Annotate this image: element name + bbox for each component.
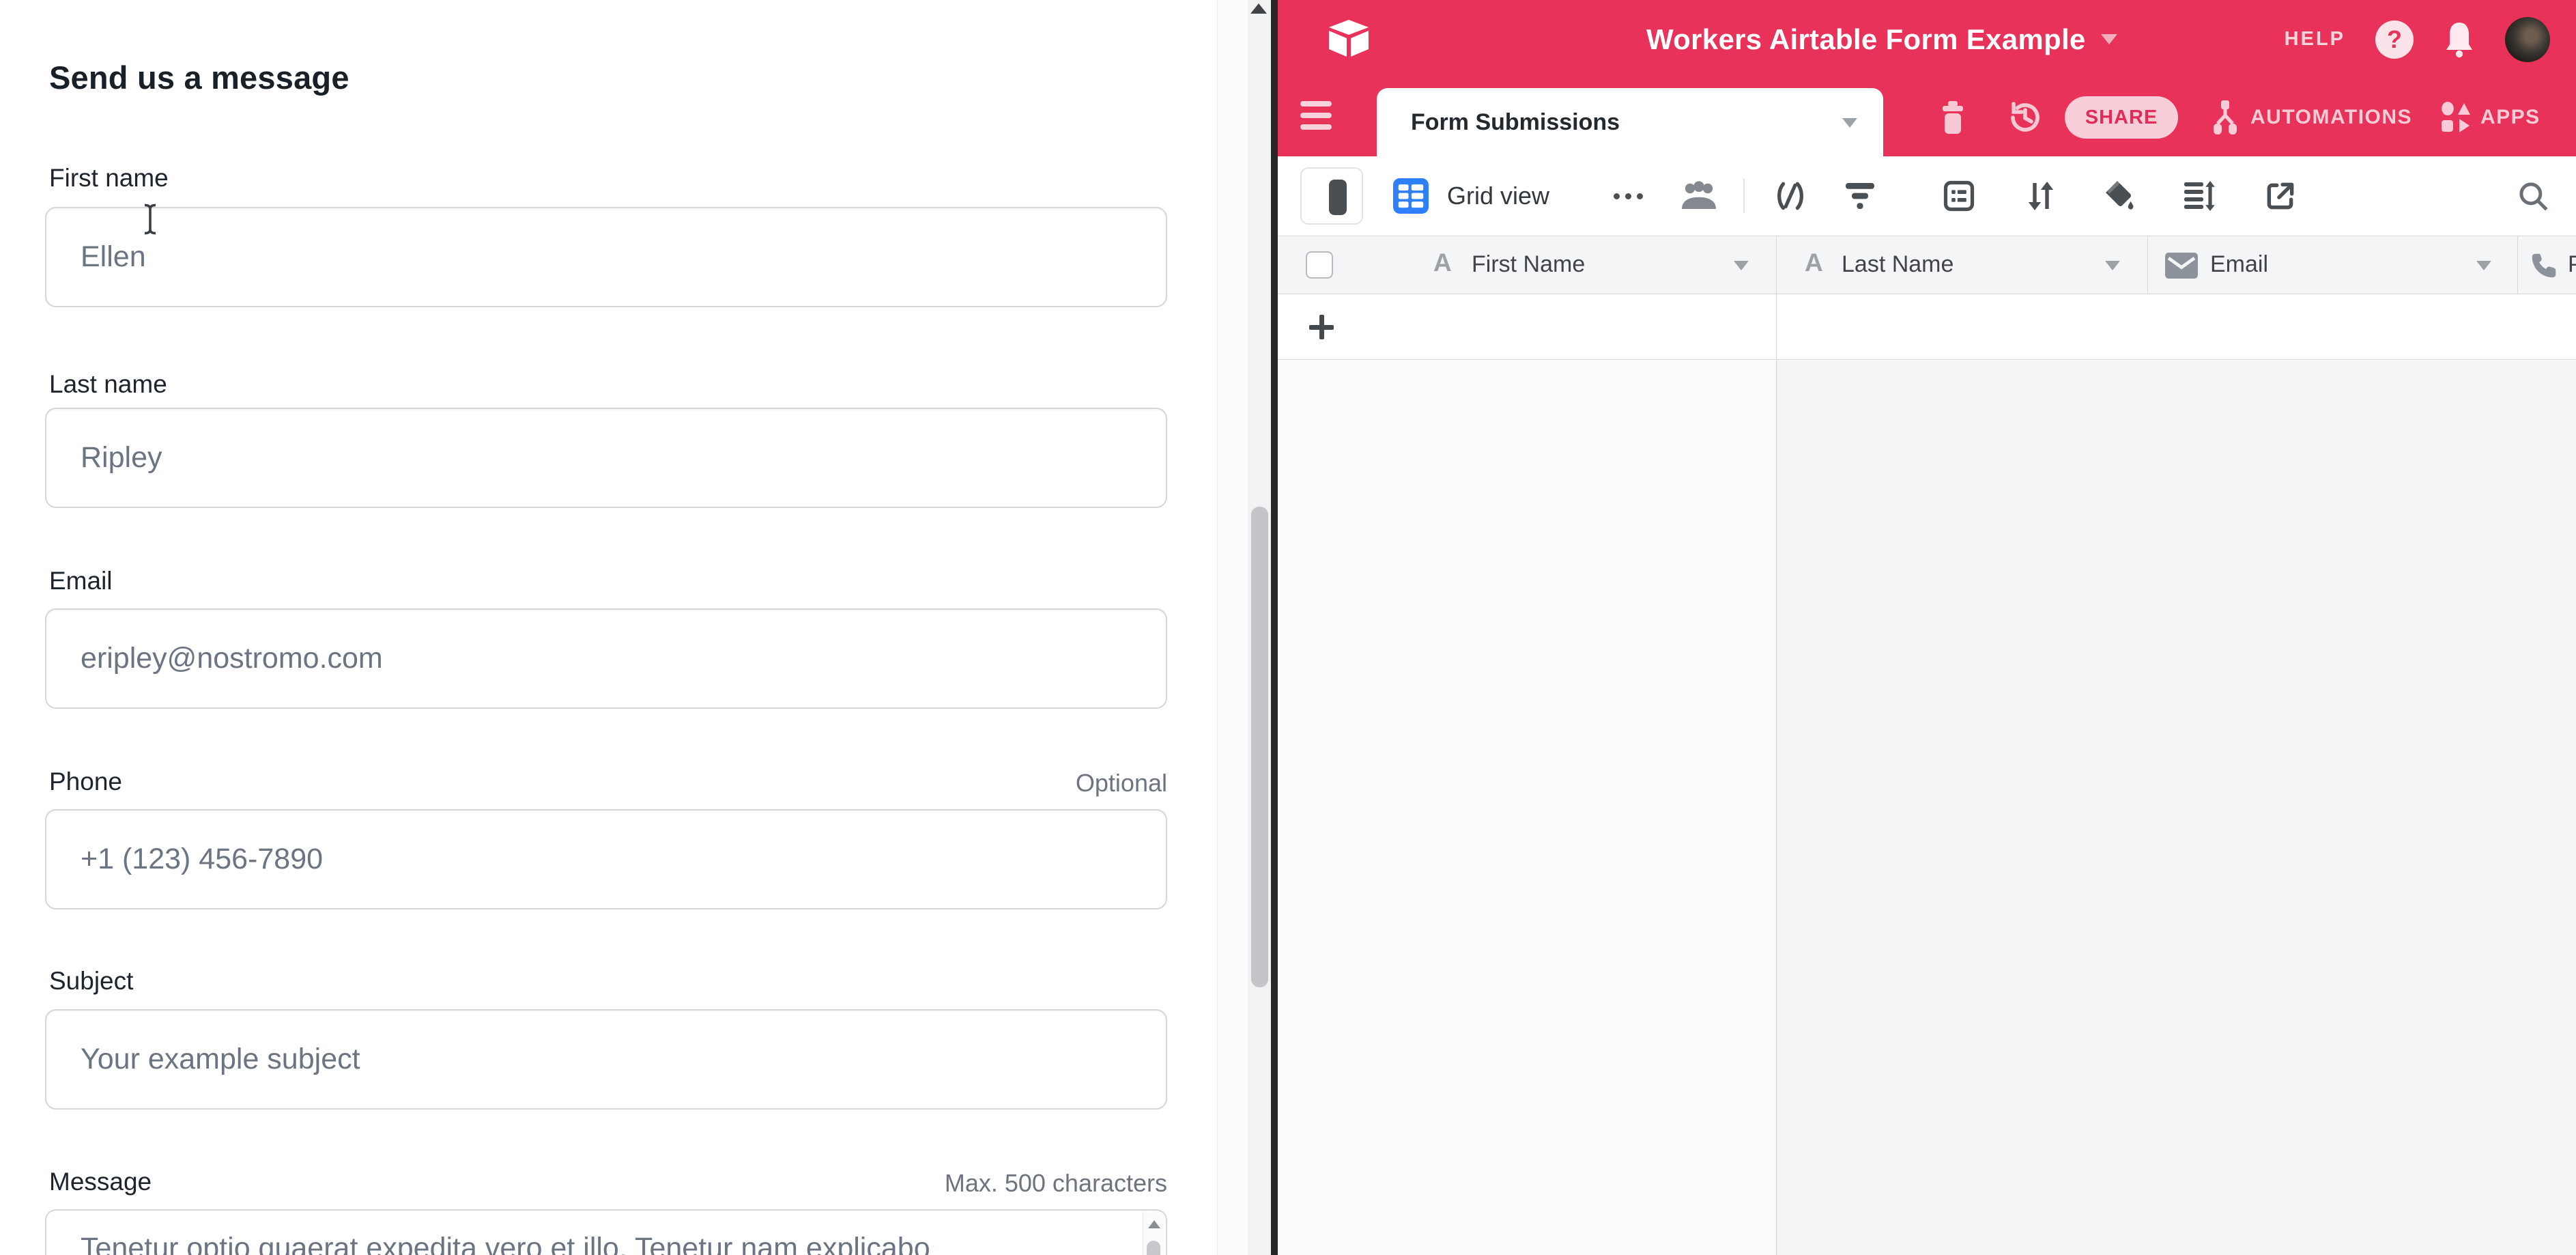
group-button[interactable] <box>1941 156 1977 236</box>
first-name-input[interactable] <box>45 207 1167 307</box>
menu-icon[interactable] <box>1300 101 1332 130</box>
automations-label: AUTOMATIONS <box>2250 106 2412 129</box>
sort-button[interactable] <box>2024 156 2057 236</box>
phone-label: Phone <box>49 767 122 796</box>
select-all-checkbox[interactable] <box>1306 251 1333 279</box>
plus-icon <box>1309 315 1334 339</box>
help-button[interactable]: HELP <box>2285 28 2345 51</box>
toolbar-divider <box>1743 179 1745 213</box>
filter-button[interactable] <box>1843 156 1877 236</box>
chevron-down-icon <box>1842 118 1857 128</box>
apps-icon <box>2438 100 2472 135</box>
column-header-first-name[interactable]: First Name <box>1472 251 1585 278</box>
avatar[interactable] <box>2505 17 2550 62</box>
message-max-hint: Max. 500 characters <box>945 1169 1167 1198</box>
email-label: Email <box>49 567 113 595</box>
color-button[interactable] <box>2101 156 2136 236</box>
page-scrollbar[interactable] <box>1217 0 1271 1255</box>
grid-view-icon <box>1393 156 1429 236</box>
view-toolbar: Grid view <box>1278 156 2576 236</box>
base-title: Workers Airtable Form Example <box>1646 23 2086 56</box>
column-header-last-name[interactable]: Last Name <box>1842 251 1954 278</box>
chevron-down-icon <box>2101 34 2117 44</box>
email-input[interactable] <box>45 608 1167 709</box>
add-row[interactable] <box>1278 294 2576 360</box>
message-text: Tenetur optio quaerat expedita vero et i… <box>81 1232 930 1255</box>
form-heading: Send us a message <box>49 59 349 96</box>
tab-form-submissions[interactable]: Form Submissions <box>1377 88 1883 156</box>
help-question-icon[interactable]: ? <box>2375 20 2414 59</box>
message-scroll-thumb[interactable] <box>1147 1241 1160 1255</box>
phone-input[interactable] <box>45 809 1167 909</box>
window-divider <box>1271 0 1278 1255</box>
text-cursor-icon <box>141 202 160 236</box>
subject-label: Subject <box>49 967 133 996</box>
ellipsis-icon <box>1614 193 1643 199</box>
page-scroll-thumb[interactable] <box>1251 507 1268 987</box>
apps-button[interactable]: APPS <box>2438 79 2541 156</box>
row-height-button[interactable] <box>2181 156 2217 236</box>
email-field-icon <box>2165 253 2198 279</box>
collaborators-button[interactable] <box>1679 156 1719 236</box>
automations-icon <box>2208 99 2242 136</box>
grid-body-background <box>1777 361 2576 1255</box>
airtable-pane: Workers Airtable Form Example HELP ? For <box>1278 0 2576 1255</box>
view-name-button[interactable]: Grid view <box>1447 156 1549 236</box>
screen: Send us a message First name Last name E… <box>0 0 2576 1255</box>
airtable-topbar: Workers Airtable Form Example HELP ? <box>1278 0 2576 79</box>
column-header-email[interactable]: Email <box>2210 251 2268 278</box>
chevron-down-icon[interactable] <box>1734 261 1749 270</box>
table-tabbar: Form Submissions SHARE <box>1278 79 2576 156</box>
chevron-down-icon[interactable] <box>2105 261 2120 270</box>
chevron-down-icon[interactable] <box>2476 261 2491 270</box>
search-button[interactable] <box>2516 156 2550 236</box>
grid-body-primary-column <box>1278 361 1776 1255</box>
last-name-label: Last name <box>49 370 167 399</box>
sidebar-toggle-button[interactable] <box>1300 167 1363 225</box>
grid-column-divider <box>1776 361 1777 1255</box>
phone-field-icon <box>2528 250 2560 281</box>
hide-fields-button[interactable] <box>1773 156 1807 236</box>
last-name-input[interactable] <box>45 408 1167 508</box>
first-name-label: First name <box>49 164 169 193</box>
apps-label: APPS <box>2480 106 2541 129</box>
share-view-button[interactable] <box>2263 156 2298 236</box>
more-options-button[interactable] <box>1614 156 1643 236</box>
airtable-logo-icon[interactable] <box>1327 18 1371 59</box>
text-field-icon: A <box>1433 249 1452 277</box>
contact-form-pane: Send us a message First name Last name E… <box>0 0 1217 1255</box>
message-label: Message <box>49 1168 152 1196</box>
base-title-group[interactable]: Workers Airtable Form Example <box>1646 0 2117 79</box>
history-button[interactable] <box>2007 79 2044 156</box>
tab-label: Form Submissions <box>1411 109 1620 136</box>
bell-icon[interactable] <box>2444 21 2475 58</box>
grid-header-row: A First Name A Last Name Email P <box>1278 236 2576 294</box>
column-header-phone[interactable]: P <box>2568 251 2576 278</box>
message-scrollbar[interactable] <box>1143 1212 1164 1255</box>
phone-optional-hint: Optional <box>1076 769 1167 798</box>
scroll-up-icon[interactable] <box>1148 1220 1160 1228</box>
text-field-icon: A <box>1805 249 1823 277</box>
scroll-up-icon[interactable] <box>1250 3 1267 14</box>
subject-input[interactable] <box>45 1009 1167 1110</box>
message-textarea[interactable]: Tenetur optio quaerat expedita vero et i… <box>45 1209 1167 1255</box>
automations-button[interactable]: AUTOMATIONS <box>2208 79 2412 156</box>
share-button[interactable]: SHARE <box>2065 96 2178 139</box>
trash-button[interactable] <box>1937 79 1969 156</box>
